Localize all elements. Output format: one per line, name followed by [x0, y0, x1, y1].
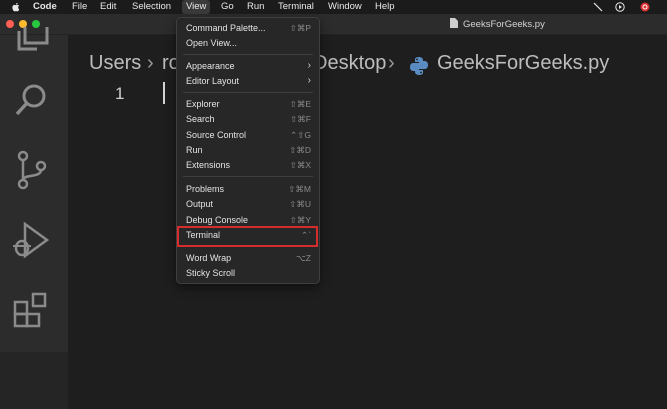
macos-menu-bar: Code File Edit Selection View Go Run Ter…	[0, 0, 667, 14]
menu-item-source-control[interactable]: Source Control ⌃⇧G	[186, 128, 311, 142]
menu-divider	[183, 54, 313, 55]
menu-view[interactable]: View	[182, 0, 211, 14]
extensions-icon[interactable]	[11, 290, 51, 330]
breadcrumb-separator: ›	[388, 52, 395, 74]
explorer-icon[interactable]	[11, 27, 51, 67]
menu-selection[interactable]: Selection	[132, 0, 171, 14]
menu-item-search[interactable]: Search ⇧⌘F	[186, 112, 311, 126]
menu-window[interactable]: Window	[328, 0, 362, 14]
activity-bar-lower	[0, 352, 68, 409]
menu-file[interactable]: File	[72, 0, 87, 14]
shortcut-label: ⇧⌘M	[288, 184, 311, 194]
chevron-right-icon: ›	[307, 60, 311, 71]
python-file-icon	[410, 57, 428, 75]
menu-help[interactable]: Help	[375, 0, 395, 14]
menu-item-word-wrap[interactable]: Word Wrap ⌥Z	[186, 251, 311, 265]
text-cursor	[163, 82, 165, 104]
play-circle-icon[interactable]	[615, 2, 625, 12]
search-icon[interactable]	[11, 80, 51, 120]
file-icon	[450, 18, 458, 28]
shortcut-label: ⌃⇧G	[290, 130, 311, 140]
menu-run[interactable]: Run	[247, 0, 264, 14]
shortcut-label: ⇧⌘X	[289, 160, 311, 170]
pen-slash-icon[interactable]	[593, 2, 603, 12]
menu-item-explorer[interactable]: Explorer ⇧⌘E	[186, 97, 311, 111]
menu-divider	[183, 176, 313, 177]
menu-item-debug-console[interactable]: Debug Console ⇧⌘Y	[186, 213, 311, 227]
record-icon[interactable]	[640, 2, 650, 12]
menu-divider	[183, 92, 313, 93]
menu-item-problems[interactable]: Problems ⇧⌘M	[186, 182, 311, 196]
breadcrumb-separator: ›	[147, 52, 154, 74]
shortcut-label: ⇧⌘E	[289, 99, 311, 109]
menu-item-appearance[interactable]: Appearance ›	[186, 59, 311, 73]
menu-item-run[interactable]: Run ⇧⌘D	[186, 143, 311, 157]
breadcrumb-desktop[interactable]: Desktop	[313, 52, 386, 75]
menu-code[interactable]: Code	[33, 0, 57, 14]
apple-icon[interactable]	[11, 2, 20, 12]
shortcut-label: ⇧⌘Y	[289, 215, 311, 225]
line-number: 1	[115, 84, 125, 103]
menu-item-command-palette[interactable]: Command Palette... ⇧⌘P	[186, 21, 311, 35]
menu-item-extensions[interactable]: Extensions ⇧⌘X	[186, 158, 311, 172]
menu-terminal[interactable]: Terminal	[278, 0, 314, 14]
shortcut-label: ⇧⌘D	[289, 145, 311, 155]
menu-item-output[interactable]: Output ⇧⌘U	[186, 197, 311, 211]
window-title: GeeksForGeeks.py	[463, 19, 545, 30]
shortcut-label: ⇧⌘U	[289, 199, 311, 209]
menu-go[interactable]: Go	[221, 0, 234, 14]
breadcrumb-users[interactable]: Users	[89, 52, 141, 75]
menu-edit[interactable]: Edit	[100, 0, 116, 14]
terminal-highlight-box	[177, 226, 318, 247]
breadcrumb-file[interactable]: GeeksForGeeks.py	[437, 52, 609, 75]
window-title-bar	[0, 14, 667, 35]
shortcut-label: ⇧⌘F	[290, 114, 311, 124]
menu-item-open-view[interactable]: Open View...	[186, 36, 311, 50]
menu-item-editor-layout[interactable]: Editor Layout ›	[186, 74, 311, 88]
source-control-icon[interactable]	[11, 150, 51, 190]
menu-item-sticky-scroll[interactable]: Sticky Scroll	[186, 266, 311, 280]
shortcut-label: ⌥Z	[296, 253, 311, 263]
run-debug-icon[interactable]	[11, 220, 51, 260]
chevron-right-icon: ›	[307, 75, 311, 86]
shortcut-label: ⇧⌘P	[289, 23, 311, 33]
